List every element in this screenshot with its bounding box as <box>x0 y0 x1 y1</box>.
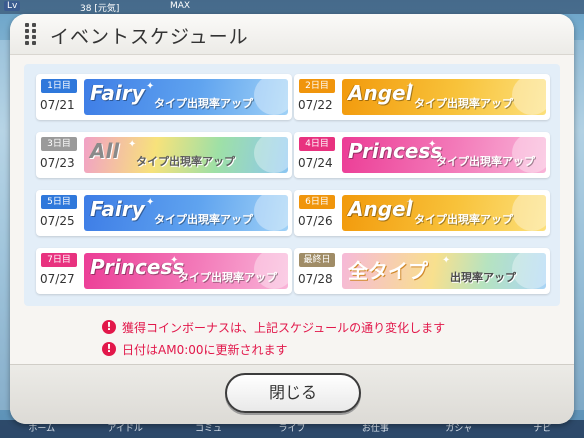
sparkle-icon: ✦ <box>128 139 137 150</box>
max-label: MAX <box>170 1 191 11</box>
day-badge: 3日目 <box>41 137 77 151</box>
day-badge: 7日目 <box>41 253 77 267</box>
close-button[interactable]: 閉じる <box>225 373 361 413</box>
schedule-panel: 1日目 07/21 ✦ Fairy タイプ出現率アップ 2日目 07/22 ✦ Angel タイプ… <box>24 64 560 306</box>
type-banner: ✦ Fairy タイプ出現率アップ <box>84 79 288 115</box>
type-suffix: タイプ出現率アップ <box>414 97 513 110</box>
type-suffix: タイプ出現率アップ <box>436 155 535 168</box>
date-label: 07/21 <box>40 98 75 112</box>
type-banner: ✦ Angel タイプ出現率アップ <box>342 195 546 231</box>
schedule-card: 6日目 07/26 ✦ Angel タイプ出現率アップ <box>294 190 550 236</box>
date-label: 07/24 <box>298 156 333 170</box>
day-badge: 1日目 <box>41 79 77 93</box>
type-banner: ✦ 全タイプ出現率アップ <box>342 253 546 289</box>
day-block: 1日目 07/21 <box>36 74 84 120</box>
type-name: Angel <box>348 197 413 221</box>
day-badge: 6日目 <box>299 195 335 209</box>
type-name: Fairy <box>90 197 145 221</box>
grip-icon <box>25 23 37 45</box>
type-banner: ✦ Angel タイプ出現率アップ <box>342 79 546 115</box>
type-suffix: タイプ出現率アップ <box>136 155 235 168</box>
note-text: 日付はAM0:00に更新されます <box>122 343 288 357</box>
dialog-header: イベントスケジュール <box>10 14 574 55</box>
type-name: 全タイプ <box>348 259 428 283</box>
day-block: 3日目 07/23 <box>36 132 84 178</box>
emblem-icon <box>254 195 288 231</box>
type-suffix: 出現率アップ <box>450 271 516 284</box>
level-badge: Lv <box>4 1 21 11</box>
warning-icon: ! <box>102 320 116 334</box>
type-name: All <box>90 139 120 163</box>
dialog-title: イベントスケジュール <box>50 26 249 48</box>
day-block: 最終日 07/28 <box>294 248 342 294</box>
date-label: 07/22 <box>298 98 333 112</box>
schedule-card: 2日目 07/22 ✦ Angel タイプ出現率アップ <box>294 74 550 120</box>
day-block: 2日目 07/22 <box>294 74 342 120</box>
type-suffix: タイプ出現率アップ <box>154 97 253 110</box>
warning-icon: ! <box>102 342 116 356</box>
type-name: Princess <box>90 255 185 279</box>
date-label: 07/28 <box>298 272 333 286</box>
type-name: Fairy <box>90 81 145 105</box>
sparkle-icon: ✦ <box>146 197 155 208</box>
emblem-icon <box>512 253 546 289</box>
type-suffix: タイプ出現率アップ <box>178 271 277 284</box>
dialog-footer: 閉じる <box>10 364 574 424</box>
date-label: 07/23 <box>40 156 75 170</box>
day-badge: 5日目 <box>41 195 77 209</box>
schedule-card: 3日目 07/23 ✦ All タイプ出現率アップ <box>36 132 292 178</box>
schedule-card: 1日目 07/21 ✦ Fairy タイプ出現率アップ <box>36 74 292 120</box>
emblem-icon <box>512 195 546 231</box>
day-badge: 2日目 <box>299 79 335 93</box>
date-label: 07/25 <box>40 214 75 228</box>
schedule-card: 最終日 07/28 ✦ 全タイプ出現率アップ <box>294 248 550 294</box>
type-banner: ✦ Princess タイプ出現率アップ <box>84 253 288 289</box>
emblem-icon <box>512 79 546 115</box>
day-block: 5日目 07/25 <box>36 190 84 236</box>
sparkle-icon: ✦ <box>442 255 451 266</box>
day-block: 6日目 07/26 <box>294 190 342 236</box>
date-label: 07/27 <box>40 272 75 286</box>
note-text: 獲得コインボーナスは、上記スケジュールの通り変化します <box>122 321 446 335</box>
type-suffix: タイプ出現率アップ <box>414 213 513 226</box>
schedule-card: 7日目 07/27 ✦ Princess タイプ出現率アップ <box>36 248 292 294</box>
stamina-readout: 38 [元気] <box>80 4 120 14</box>
schedule-card: 5日目 07/25 ✦ Fairy タイプ出現率アップ <box>36 190 292 236</box>
type-banner: ✦ All タイプ出現率アップ <box>84 137 288 173</box>
type-banner: ✦ Fairy タイプ出現率アップ <box>84 195 288 231</box>
sparkle-icon: ✦ <box>146 81 155 92</box>
type-suffix: タイプ出現率アップ <box>154 213 253 226</box>
type-name: Angel <box>348 81 413 105</box>
type-name: Princess <box>348 139 443 163</box>
day-block: 4日目 07/24 <box>294 132 342 178</box>
date-label: 07/26 <box>298 214 333 228</box>
emblem-icon <box>254 137 288 173</box>
emblem-icon <box>254 79 288 115</box>
right-edge-panel <box>574 40 584 410</box>
day-block: 7日目 07/27 <box>36 248 84 294</box>
schedule-card: 4日目 07/24 ✦ Princess タイプ出現率アップ <box>294 132 550 178</box>
status-bar: Lv 38 [元気] MAX <box>0 0 584 14</box>
day-badge: 4日目 <box>299 137 335 151</box>
event-schedule-dialog: イベントスケジュール 1日目 07/21 ✦ Fairy タイプ出現率アップ 2日目 07/… <box>10 14 574 424</box>
day-badge: 最終日 <box>299 253 335 267</box>
type-banner: ✦ Princess タイプ出現率アップ <box>342 137 546 173</box>
